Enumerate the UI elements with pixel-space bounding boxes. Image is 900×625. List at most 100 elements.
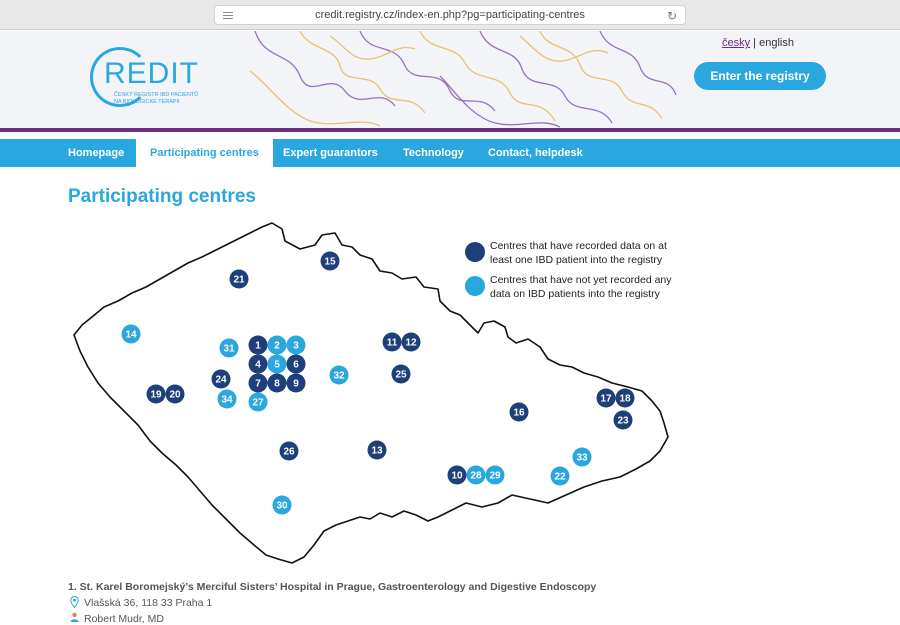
marker-label: 11 (387, 338, 398, 349)
marker-label: 31 (223, 344, 235, 355)
centre-title: 1. St. Karel Boromejský’s Merciful Siste… (68, 581, 597, 593)
centre-marker-17[interactable]: 17 (596, 388, 616, 408)
address-bar[interactable]: credit.registry.cz/index-en.php?pg=parti… (214, 5, 686, 25)
legend-dark-line2: least one IBD patient into the registry (490, 254, 663, 266)
marker-label: 12 (405, 338, 417, 349)
centre-marker-31[interactable]: 31 (219, 338, 239, 358)
centre-marker-24[interactable]: 24 (211, 369, 231, 389)
header-divider (0, 128, 900, 132)
centre-marker-7[interactable]: 7 (248, 373, 268, 393)
centre-marker-13[interactable]: 13 (367, 440, 387, 460)
marker-label: 25 (395, 370, 407, 381)
marker-label: 3 (293, 341, 299, 352)
marker-label: 4 (255, 360, 261, 371)
main-nav: Homepage Participating centres Expert gu… (0, 139, 900, 168)
centre-marker-21[interactable]: 21 (229, 269, 249, 289)
legend-light-swatch (465, 276, 485, 296)
centre-marker-22[interactable]: 22 (550, 466, 570, 486)
nav-technology[interactable]: Technology (403, 139, 464, 167)
marker-label: 22 (554, 472, 566, 483)
centre-marker-29[interactable]: 29 (485, 465, 505, 485)
marker-label: 32 (333, 371, 345, 382)
legend-dark-swatch (465, 242, 485, 262)
lang-cz-link[interactable]: česky (722, 37, 750, 49)
page-title: Participating centres (68, 186, 256, 207)
logo-text: REDIT (104, 57, 199, 90)
marker-label: 30 (276, 501, 288, 512)
nav-homepage[interactable]: Homepage (68, 139, 124, 167)
legend-light-line2: data on IBD patients into the registry (490, 288, 661, 300)
centre-marker-25[interactable]: 25 (391, 364, 411, 384)
location-pin-icon (70, 596, 79, 608)
centre-marker-23[interactable]: 23 (613, 410, 633, 430)
marker-label: 10 (451, 471, 463, 482)
marker-label: 13 (371, 446, 383, 457)
nav-expert-guarantors[interactable]: Expert guarantors (283, 139, 378, 167)
marker-label: 33 (576, 453, 588, 464)
marker-label: 14 (125, 330, 137, 341)
marker-label: 24 (215, 375, 227, 386)
marker-label: 20 (169, 390, 181, 401)
reload-icon[interactable]: ↻ (667, 9, 677, 23)
centre-marker-34[interactable]: 34 (217, 389, 237, 409)
centre-marker-27[interactable]: 27 (248, 392, 268, 412)
marker-label: 7 (255, 379, 261, 390)
centre-marker-12[interactable]: 12 (401, 332, 421, 352)
centre-doctor: Robert Mudr, MD (84, 613, 164, 625)
marker-label: 18 (619, 394, 631, 405)
centre-marker-18[interactable]: 18 (615, 388, 635, 408)
centre-marker-26[interactable]: 26 (279, 441, 299, 461)
marker-label: 19 (150, 390, 162, 401)
centre-marker-20[interactable]: 20 (165, 384, 185, 404)
lang-separator: | (750, 37, 760, 49)
centre-marker-15[interactable]: 15 (320, 251, 340, 271)
centre-marker-28[interactable]: 28 (466, 465, 486, 485)
marker-label: 8 (274, 379, 280, 390)
marker-label: 1 (255, 341, 261, 352)
legend-dark-line1: Centres that have recorded data on at (490, 240, 667, 252)
centre-marker-14[interactable]: 14 (121, 324, 141, 344)
marker-label: 5 (274, 360, 280, 371)
marker-label: 16 (513, 408, 525, 419)
lang-en-current: english (759, 37, 794, 49)
marker-label: 2 (274, 341, 280, 352)
czech-map: 1 2 34 5 67 8 91011 121314151617 1819 2021222324 2… (73, 222, 672, 564)
centre-marker-9[interactable]: 9 (286, 373, 306, 393)
centre-marker-8[interactable]: 8 (267, 373, 287, 393)
marker-label: 26 (283, 447, 295, 458)
centre-marker-1[interactable]: 1 (248, 335, 268, 355)
legend-light-line1: Centres that have not yet recorded any (490, 274, 672, 286)
nav-participating-centres[interactable]: Participating centres (136, 139, 273, 168)
map-legend: Centres that have recorded data on at le… (465, 240, 672, 300)
centre-marker-5[interactable]: 5 (267, 354, 287, 374)
marker-label: 29 (489, 471, 501, 482)
browser-toolbar: credit.registry.cz/index-en.php?pg=parti… (0, 0, 900, 30)
logo-subtitle: ČESKÝ REGISTR IBD PACIENTŮ NA BIOLOGICKÉ… (114, 92, 199, 105)
marker-label: 28 (470, 471, 482, 482)
marker-label: 34 (221, 395, 233, 406)
marker-label: 23 (617, 416, 629, 427)
nav-contact-helpdesk[interactable]: Contact, helpdesk (488, 139, 583, 167)
centre-marker-11[interactable]: 11 (382, 332, 402, 352)
centre-marker-16[interactable]: 16 (509, 402, 529, 422)
marker-label: 17 (600, 394, 612, 405)
language-switcher: česky | english (722, 37, 794, 49)
credit-logo[interactable]: REDIT ČESKÝ REGISTR IBD PACIENTŮ NA BIOL… (90, 47, 200, 127)
centre-marker-33[interactable]: 33 (572, 447, 592, 467)
centre-marker-32[interactable]: 32 (329, 365, 349, 385)
centre-marker-30[interactable]: 30 (272, 495, 292, 515)
marker-label: 9 (293, 379, 299, 390)
url-text: credit.registry.cz/index-en.php?pg=parti… (315, 9, 585, 21)
enter-registry-button[interactable]: Enter the registry (694, 62, 826, 90)
centre-marker-4[interactable]: 4 (248, 354, 268, 374)
centre-marker-19[interactable]: 19 (146, 384, 166, 404)
marker-label: 21 (233, 275, 245, 286)
centre-marker-6[interactable]: 6 (286, 354, 306, 374)
centre-marker-2[interactable]: 2 (267, 335, 287, 355)
centre-address: Vlašská 36, 118 33 Praha 1 (84, 597, 213, 609)
marker-label: 15 (324, 257, 336, 268)
marker-label: 27 (252, 398, 264, 409)
marker-label: 6 (293, 360, 299, 371)
centre-marker-3[interactable]: 3 (286, 335, 306, 355)
centre-marker-10[interactable]: 10 (447, 465, 467, 485)
